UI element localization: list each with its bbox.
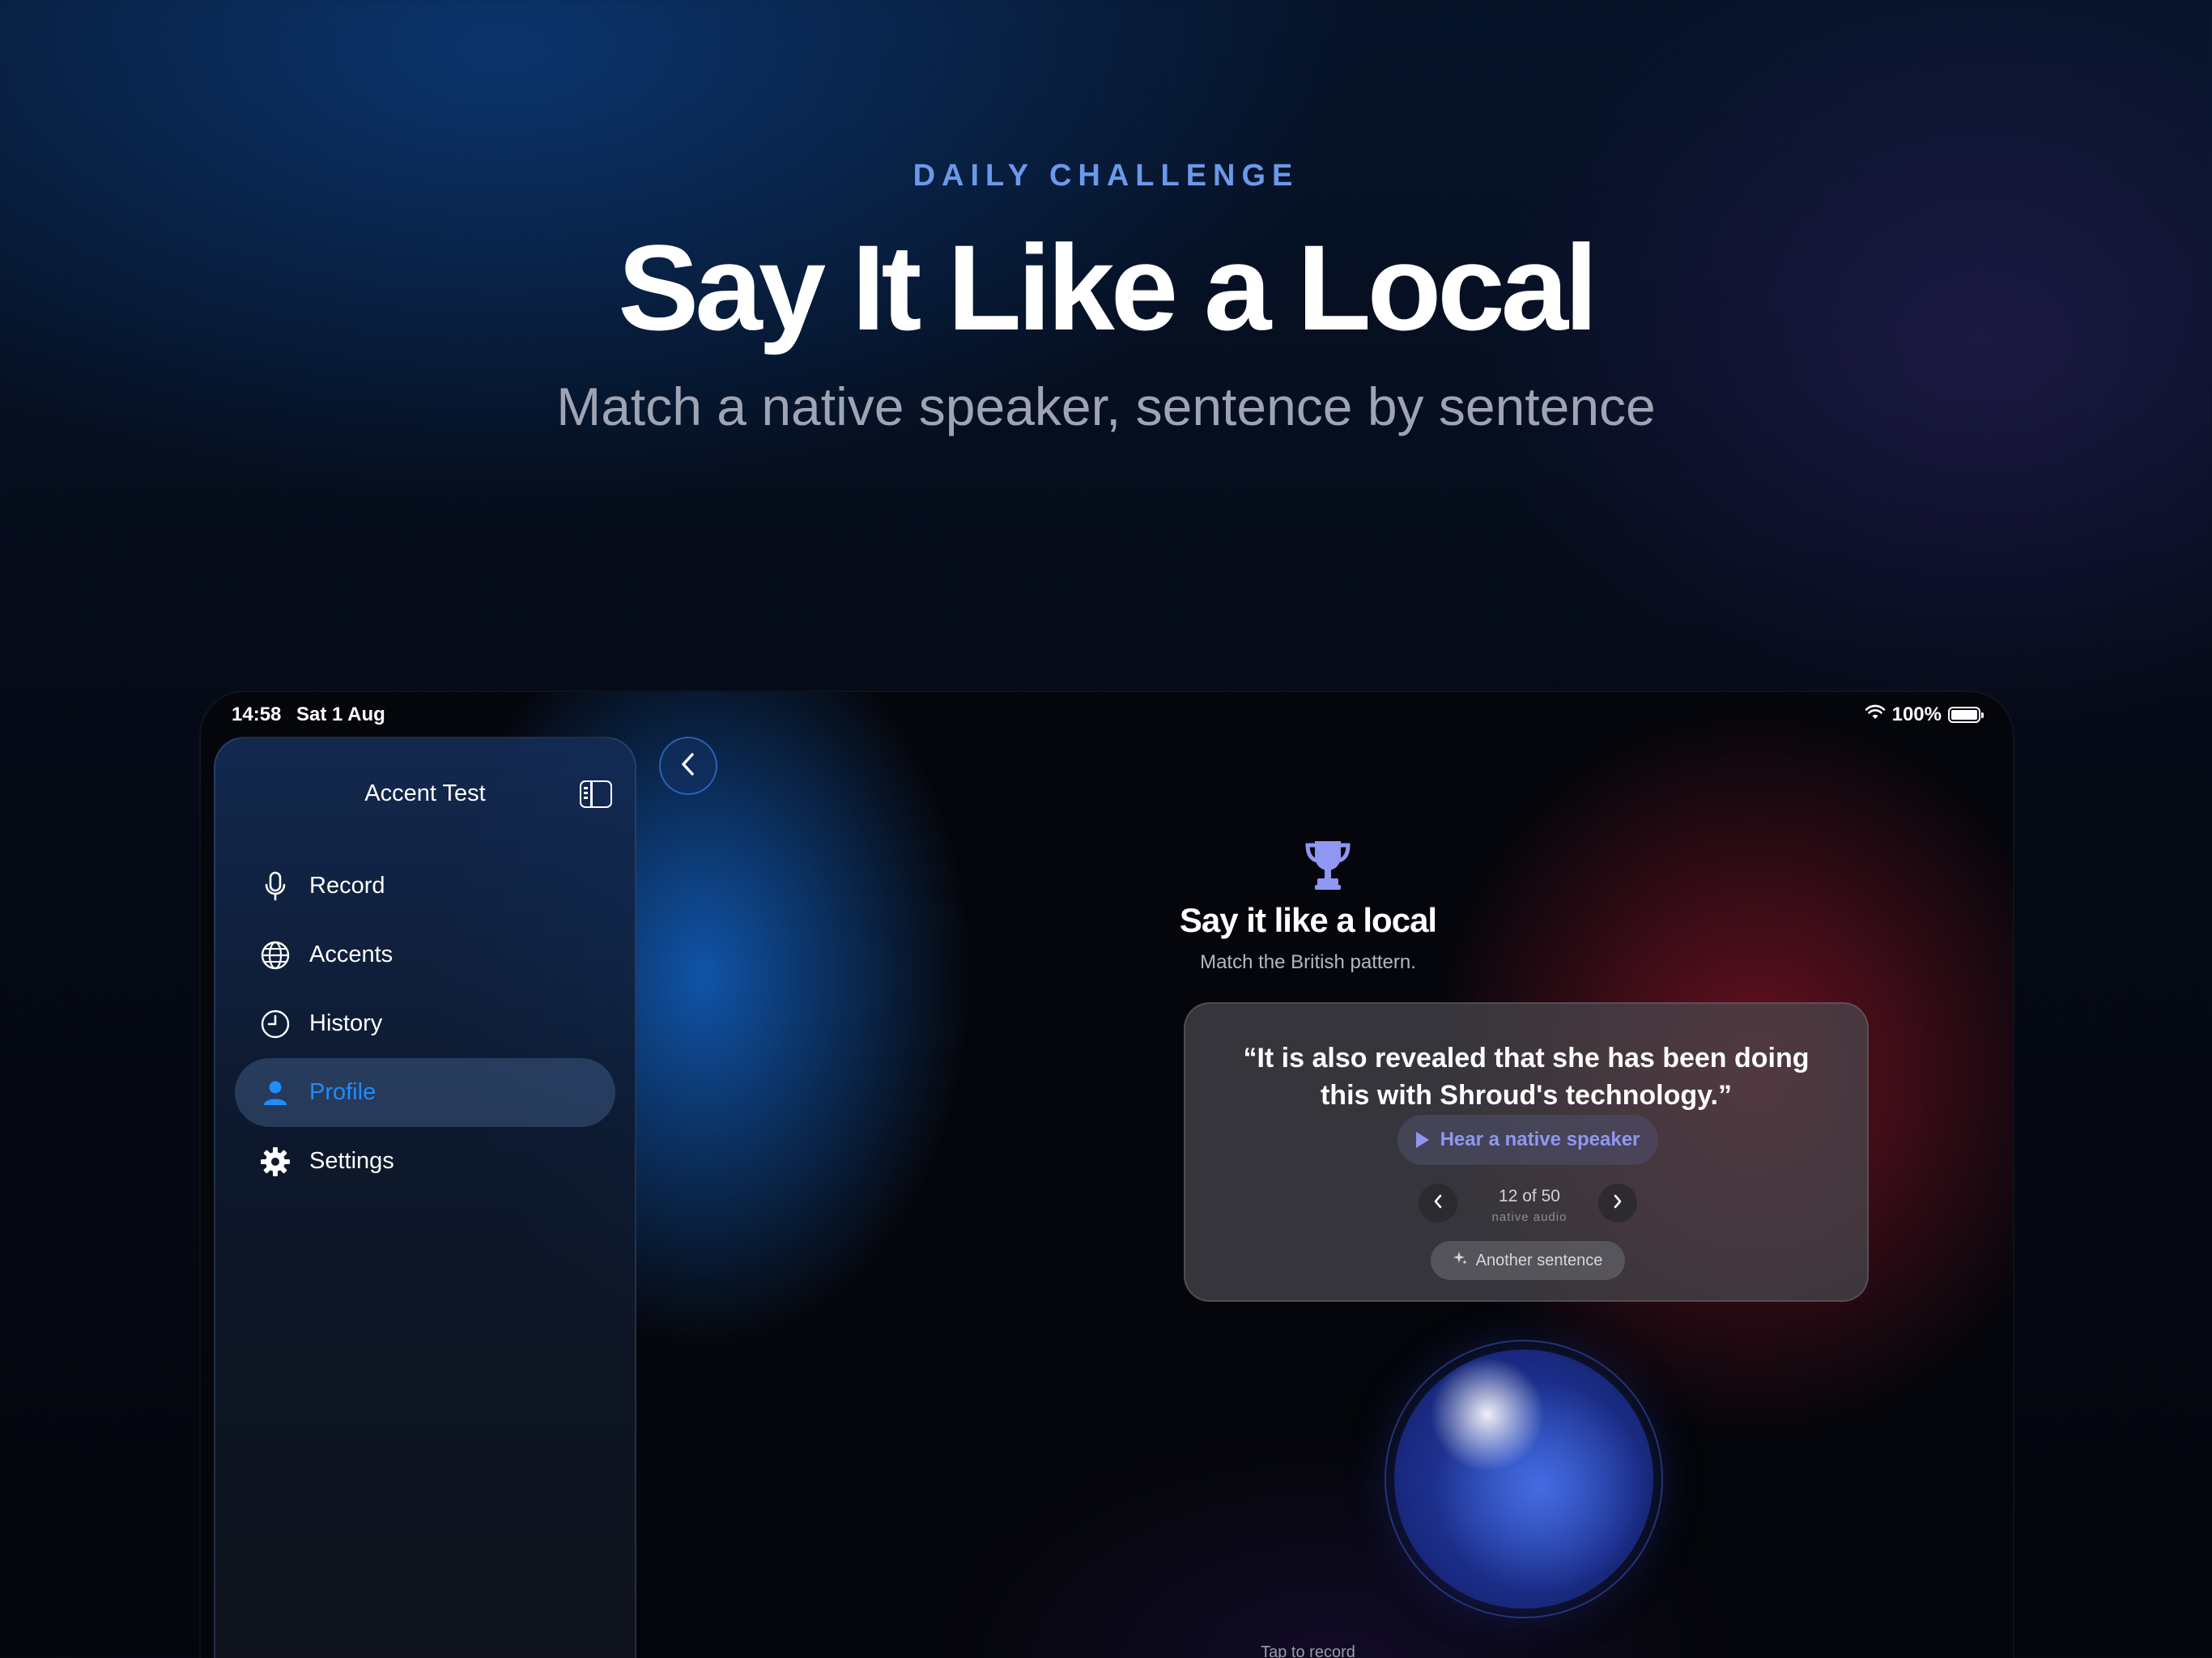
next-sentence-button[interactable]	[1598, 1184, 1637, 1222]
challenge-title: Say it like a local	[1179, 901, 1437, 939]
hear-native-speaker-button[interactable]: Hear a native speaker	[1397, 1115, 1658, 1165]
another-sentence-button[interactable]: Another sentence	[1431, 1241, 1625, 1280]
chevron-right-icon	[1613, 1194, 1623, 1213]
sidebar-toggle-icon[interactable]	[580, 780, 612, 808]
person-icon	[259, 1077, 291, 1109]
sidebar-nav: Record Accents History Profile Settings	[235, 852, 615, 1196]
chevron-left-icon	[1433, 1194, 1443, 1213]
sidebar-item-history[interactable]: History	[235, 989, 615, 1058]
sentence-counter: 12 of 50	[1499, 1187, 1560, 1205]
record-hint: Tap to record	[1261, 1643, 1355, 1658]
hear-button-label: Hear a native speaker	[1440, 1129, 1640, 1150]
trophy-icon	[1304, 838, 1352, 891]
sidebar-item-label: Accents	[309, 942, 393, 967]
previous-sentence-button[interactable]	[1419, 1184, 1457, 1222]
play-icon	[1415, 1132, 1429, 1148]
sidebar-item-record[interactable]: Record	[235, 852, 615, 920]
status-date: Sat 1 Aug	[296, 704, 385, 725]
sidebar-item-accents[interactable]: Accents	[235, 920, 615, 989]
record-orb-button[interactable]	[1394, 1350, 1653, 1609]
hero-headline: Say It Like a Local	[618, 219, 1598, 355]
sidebar-title: Accent Test	[364, 780, 486, 806]
globe-icon	[259, 939, 291, 971]
sentence-counter-caption: native audio	[1491, 1210, 1568, 1224]
sidebar-item-profile[interactable]: Profile	[235, 1058, 615, 1127]
sidebar: Accent Test Record Accents History Profi…	[214, 737, 636, 1658]
tablet-screen: 14:58 Sat 1 Aug 100% Accent Test Record …	[201, 692, 2013, 1658]
hero-subhead: Match a native speaker, sentence by sent…	[556, 376, 1656, 436]
hero-eyebrow: DAILY CHALLENGE	[912, 159, 1300, 193]
sidebar-item-label: Settings	[309, 1148, 394, 1174]
gear-icon	[259, 1146, 291, 1178]
challenge-panel: Say it like a local Match the British pa…	[638, 692, 2013, 1658]
sidebar-item-label: History	[309, 1010, 383, 1036]
sparkles-icon	[1453, 1251, 1468, 1270]
challenge-subtitle: Match the British pattern.	[1200, 951, 1416, 973]
status-time: 14:58	[232, 704, 282, 725]
sentence-card: “It is also revealed that she has been d…	[1184, 1002, 1869, 1302]
sidebar-item-label: Record	[309, 873, 385, 899]
sidebar-item-label: Profile	[309, 1079, 376, 1105]
mic-icon	[259, 870, 291, 903]
another-sentence-label: Another sentence	[1475, 1251, 1603, 1269]
clock-icon	[259, 1008, 291, 1040]
sidebar-item-settings[interactable]: Settings	[235, 1127, 615, 1196]
sentence-quote: “It is also revealed that she has been d…	[1243, 1043, 1810, 1111]
